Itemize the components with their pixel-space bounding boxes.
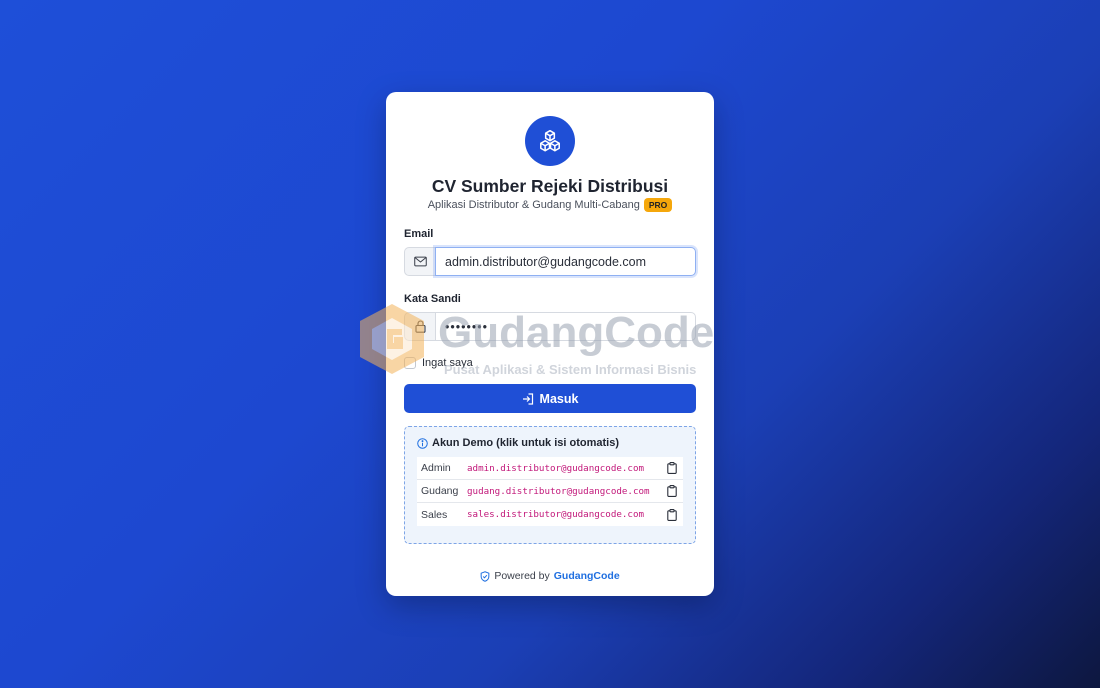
subtitle-text: Aplikasi Distributor & Gudang Multi-Caba… (427, 199, 640, 211)
demo-email: sales.distributor@gudangcode.com (467, 509, 645, 520)
sign-in-icon (522, 392, 533, 405)
cubes-icon (540, 129, 560, 152)
login-button[interactable]: Masuk (404, 384, 696, 413)
login-button-label: Masuk (539, 391, 579, 406)
demo-email: admin.distributor@gudangcode.com (467, 462, 645, 474)
remember-label: Ingat saya (422, 357, 473, 369)
demo-table: Admin admin.distributor@gudangcode.com G… (417, 457, 683, 526)
email-label: Email (404, 228, 434, 240)
footer-brand-link[interactable]: GudangCode (554, 570, 620, 582)
demo-role: Admin (421, 462, 451, 474)
pro-badge: PRO (643, 198, 673, 212)
password-input-group (404, 312, 696, 341)
company-title: CV Sumber Rejeki Distribusi (431, 176, 669, 196)
app-subtitle: Aplikasi Distributor & Gudang Multi-Caba… (386, 198, 714, 212)
remember-checkbox[interactable] (404, 357, 416, 369)
envelope-icon (413, 256, 427, 267)
clipboard-icon[interactable] (665, 508, 679, 521)
demo-row-admin[interactable]: Admin admin.distributor@gudangcode.com (417, 457, 683, 480)
demo-title-text: Akun Demo (klik untuk isi otomatis) (432, 437, 620, 449)
shield-check-icon (480, 570, 490, 582)
demo-email: gudang.distributor@gudangcode.com (467, 485, 650, 497)
password-addon (404, 312, 435, 341)
demo-row-sales[interactable]: Sales sales.distributor@gudangcode.com (417, 503, 683, 526)
demo-row-gudang[interactable]: Gudang gudang.distributor@gudangcode.com (417, 480, 683, 503)
email-input[interactable] (435, 247, 696, 276)
footer-prefix: Powered by (494, 570, 550, 582)
email-input-group (404, 247, 696, 276)
login-card: CV Sumber Rejeki Distribusi Aplikasi Dis… (386, 92, 714, 596)
lock-icon (414, 320, 426, 333)
demo-role: Sales (421, 508, 448, 521)
info-icon (417, 437, 428, 449)
password-input[interactable] (435, 312, 696, 341)
logo (525, 116, 575, 166)
clipboard-icon[interactable] (665, 462, 679, 474)
demo-role: Gudang (421, 485, 459, 497)
footer: Powered by GudangCode (386, 570, 714, 582)
remember-me[interactable]: Ingat saya (404, 357, 473, 369)
clipboard-icon[interactable] (665, 485, 679, 497)
demo-accounts-panel: Akun Demo (klik untuk isi otomatis) Admi… (404, 426, 696, 544)
email-addon (404, 247, 435, 276)
demo-title: Akun Demo (klik untuk isi otomatis) (417, 437, 683, 449)
password-label: Kata Sandi (404, 293, 461, 305)
